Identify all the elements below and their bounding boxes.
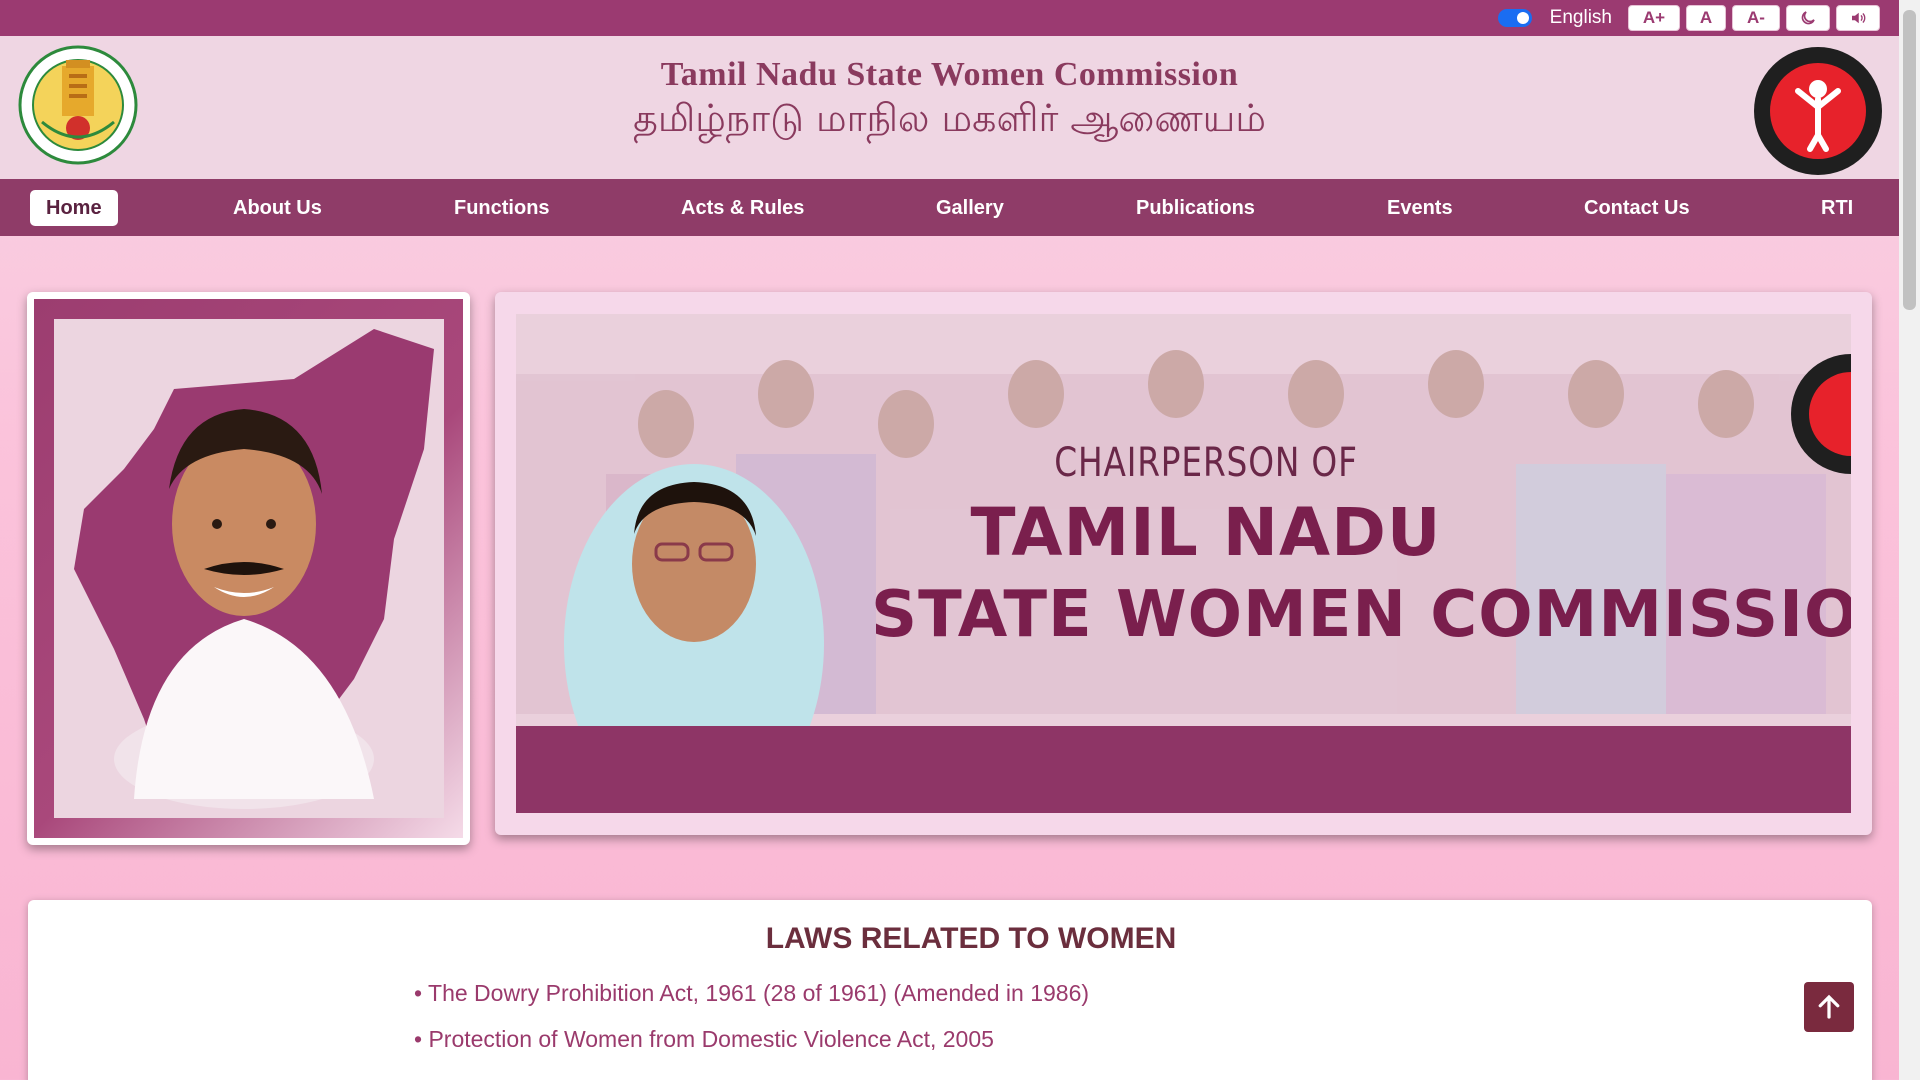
nav-rti[interactable]: RTI: [1821, 190, 1853, 226]
nav-home[interactable]: Home: [30, 190, 118, 226]
font-normal-button[interactable]: A: [1686, 5, 1726, 31]
commission-logo-icon[interactable]: [1752, 45, 1884, 177]
banner-bottom-strip: [516, 726, 1851, 813]
nav-events[interactable]: Events: [1387, 190, 1453, 226]
nav-acts-rules[interactable]: Acts & Rules: [681, 190, 804, 226]
chairperson-banner-card: CHAIRPERSON OF TAMIL NADU STATE WOMEN CO…: [495, 292, 1872, 835]
law-link[interactable]: • The Dowry Prohibition Act, 1961 (28 of…: [414, 980, 1089, 1007]
law-link[interactable]: • Protection of Women from Domestic Viol…: [414, 1026, 994, 1053]
chief-minister-portrait-card: [27, 292, 470, 845]
language-label: English: [1549, 7, 1612, 28]
page-scrollbar[interactable]: [1899, 0, 1920, 1080]
portrait-image: [54, 319, 444, 818]
nav-publications[interactable]: Publications: [1136, 190, 1255, 226]
site-title-tamil: தமிழ்நாடு மாநில மகளிர் ஆணையம்: [633, 96, 1266, 140]
moon-icon: [1801, 11, 1815, 25]
site-title-english: Tamil Nadu State Women Commission: [660, 56, 1239, 93]
main-navigation: Home About Us Functions Acts & Rules Gal…: [0, 179, 1899, 236]
audio-button[interactable]: [1836, 5, 1880, 31]
top-utility-bar: English A+ A A-: [0, 0, 1899, 36]
speaker-icon: [1852, 12, 1866, 24]
nav-contact-us[interactable]: Contact Us: [1584, 190, 1690, 226]
chairperson-banner-image: CHAIRPERSON OF TAMIL NADU STATE WOMEN CO…: [516, 314, 1851, 813]
laws-section-title: LAWS RELATED TO WOMEN: [765, 922, 1177, 955]
nav-gallery[interactable]: Gallery: [936, 190, 1004, 226]
nav-about-us[interactable]: About Us: [233, 190, 322, 226]
nav-functions[interactable]: Functions: [454, 190, 550, 226]
dark-mode-button[interactable]: [1786, 5, 1830, 31]
font-increase-button[interactable]: A+: [1628, 5, 1680, 31]
font-decrease-button[interactable]: A-: [1732, 5, 1780, 31]
language-toggle[interactable]: [1497, 9, 1532, 27]
site-header: Tamil Nadu State Women Commission தமிழ்ந…: [0, 36, 1899, 179]
banner-title-line-1: CHAIRPERSON OF: [1054, 440, 1358, 486]
laws-section: LAWS RELATED TO WOMEN • The Dowry Prohib…: [28, 900, 1872, 1080]
banner-title-line-3: STATE WOMEN COMMISSION: [871, 578, 1851, 652]
portrait-frame: [34, 299, 463, 838]
toggle-knob: [1516, 12, 1529, 24]
scrollbar-thumb[interactable]: [1903, 10, 1916, 310]
scroll-to-top-button[interactable]: [1804, 982, 1854, 1032]
arrow-up-icon: [1818, 994, 1840, 1019]
banner-title-line-2: TAMIL NADU: [970, 494, 1442, 571]
